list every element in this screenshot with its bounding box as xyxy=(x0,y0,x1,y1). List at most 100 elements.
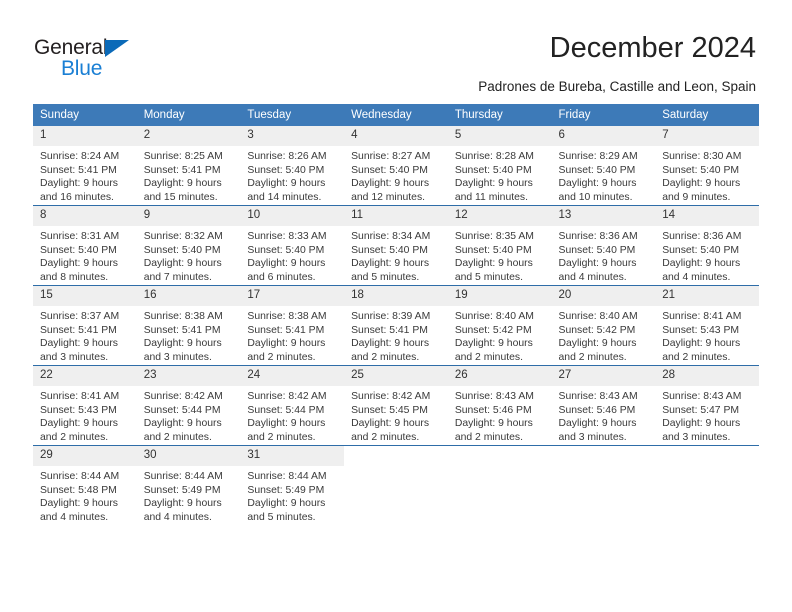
calendar-day-cell[interactable]: 6 Sunrise: 8:29 AM Sunset: 5:40 PM Daylight… xyxy=(551,126,656,206)
sunset-time: Sunset: 5:47 PM xyxy=(662,404,740,416)
calendar-day-cell[interactable]: 23 Sunrise: 8:42 AM Sunset: 5:44 PM Dayligh… xyxy=(136,365,241,446)
sunset-time: Sunset: 5:46 PM xyxy=(558,404,636,416)
day-sun-info: Sunrise: 8:40 AM Sunset: 5:42 PM Daylight:… xyxy=(448,306,552,364)
calendar-day-cell[interactable]: 4 Sunrise: 8:27 AM Sunset: 5:40 PM Daylight… xyxy=(344,126,448,206)
calendar-day-cell[interactable]: 29 Sunrise: 8:44 AM Sunset: 5:48 PM Dayligh… xyxy=(33,445,137,525)
day-sun-info: Sunrise: 8:39 AM Sunset: 5:41 PM Daylight:… xyxy=(344,306,448,364)
day-sun-info: Sunrise: 8:32 AM Sunset: 5:40 PM Daylight:… xyxy=(137,226,241,284)
calendar-day-cell[interactable]: 20 Sunrise: 8:40 AM Sunset: 5:42 PM Dayligh… xyxy=(551,285,656,366)
daylight-duration-line1: Daylight: 9 hours xyxy=(558,258,637,270)
calendar-day-cell[interactable]: 9 Sunrise: 8:32 AM Sunset: 5:40 PM Daylight… xyxy=(136,205,241,286)
day-sun-info: Sunrise: 8:44 AM Sunset: 5:49 PM Daylight:… xyxy=(240,466,344,524)
day-sun-info: Sunrise: 8:33 AM Sunset: 5:40 PM Daylight:… xyxy=(240,226,344,284)
calendar-day-cell[interactable]: 31 Sunrise: 8:44 AM Sunset: 5:49 PM Dayligh… xyxy=(240,445,345,525)
sunrise-time: Sunrise: 8:25 AM xyxy=(143,151,223,162)
calendar-day-cell[interactable]: 21 Sunrise: 8:41 AM Sunset: 5:43 PM Dayligh… xyxy=(655,285,759,366)
calendar-day-cell[interactable]: 11 Sunrise: 8:34 AM Sunset: 5:40 PM Dayligh… xyxy=(344,205,448,286)
day-sun-info: Sunrise: 8:41 AM Sunset: 5:43 PM Daylight:… xyxy=(655,306,759,364)
sunset-time: Sunset: 5:42 PM xyxy=(454,324,532,336)
sunset-time: Sunset: 5:40 PM xyxy=(662,164,740,176)
day-number: 19 xyxy=(447,286,552,306)
calendar-day-cell[interactable]: 25 Sunrise: 8:42 AM Sunset: 5:45 PM Dayligh… xyxy=(344,365,448,446)
calendar-day-cell[interactable]: 17 Sunrise: 8:38 AM Sunset: 5:41 PM Dayligh… xyxy=(240,285,345,366)
calendar-day-cell[interactable]: 12 Sunrise: 8:35 AM Sunset: 5:40 PM Dayligh… xyxy=(447,205,552,286)
day-sun-info: Sunrise: 8:42 AM Sunset: 5:45 PM Daylight:… xyxy=(344,386,448,444)
daylight-duration-line2: and 3 minutes. xyxy=(40,351,109,363)
calendar-day-cell xyxy=(447,445,552,525)
daylight-duration-line2: and 16 minutes. xyxy=(40,191,114,203)
page-subtitle-location: Padrones de Bureba, Castille and Leon, S… xyxy=(478,79,756,94)
calendar-day-cell[interactable]: 7 Sunrise: 8:30 AM Sunset: 5:40 PM Daylight… xyxy=(655,126,759,206)
sunrise-time: Sunrise: 8:38 AM xyxy=(247,311,327,322)
daylight-duration-line1: Daylight: 9 hours xyxy=(351,338,430,350)
daylight-duration-line1: Daylight: 9 hours xyxy=(454,338,533,350)
calendar-day-cell[interactable]: 30 Sunrise: 8:44 AM Sunset: 5:49 PM Dayligh… xyxy=(136,445,241,525)
day-sun-info: Sunrise: 8:34 AM Sunset: 5:40 PM Daylight:… xyxy=(344,226,448,284)
calendar-day-cell[interactable]: 14 Sunrise: 8:36 AM Sunset: 5:40 PM Dayligh… xyxy=(655,205,759,286)
calendar-page: General Blue December 2024 Padrones de B… xyxy=(0,0,792,612)
calendar-day-cell[interactable]: 15 Sunrise: 8:37 AM Sunset: 5:41 PM Dayligh… xyxy=(33,285,137,366)
sunset-time: Sunset: 5:40 PM xyxy=(662,244,740,256)
daylight-duration-line2: and 5 minutes. xyxy=(454,271,523,283)
day-cell-content: 22 Sunrise: 8:41 AM Sunset: 5:43 PM Dayligh… xyxy=(33,366,137,445)
day-sun-info: Sunrise: 8:40 AM Sunset: 5:42 PM Daylight:… xyxy=(552,306,656,364)
day-number: 24 xyxy=(240,366,345,386)
day-cell-content xyxy=(655,446,759,525)
day-number: 15 xyxy=(33,286,137,306)
sunrise-time: Sunrise: 8:30 AM xyxy=(662,151,742,162)
calendar-day-cell[interactable]: 10 Sunrise: 8:33 AM Sunset: 5:40 PM Dayligh… xyxy=(240,205,345,286)
sunrise-time: Sunrise: 8:28 AM xyxy=(454,151,534,162)
sunrise-time: Sunrise: 8:38 AM xyxy=(143,311,223,322)
daylight-duration-line1: Daylight: 9 hours xyxy=(40,178,118,190)
day-number: 4 xyxy=(344,126,448,146)
daylight-duration-line1: Daylight: 9 hours xyxy=(247,338,326,350)
daylight-duration-line1: Daylight: 9 hours xyxy=(143,498,222,510)
daylight-duration-line2: and 2 minutes. xyxy=(454,351,523,363)
sunrise-time: Sunrise: 8:29 AM xyxy=(558,151,638,162)
calendar-day-cell[interactable]: 24 Sunrise: 8:42 AM Sunset: 5:44 PM Dayligh… xyxy=(240,365,345,446)
calendar-week-row: 15 Sunrise: 8:37 AM Sunset: 5:41 PM Dayligh… xyxy=(33,285,759,366)
sunrise-time: Sunrise: 8:44 AM xyxy=(247,471,327,482)
calendar-day-cell[interactable]: 18 Sunrise: 8:39 AM Sunset: 5:41 PM Dayligh… xyxy=(344,285,448,366)
daylight-duration-line2: and 7 minutes. xyxy=(143,271,212,283)
calendar-day-cell[interactable]: 28 Sunrise: 8:43 AM Sunset: 5:47 PM Dayligh… xyxy=(655,365,759,446)
sunset-time: Sunset: 5:41 PM xyxy=(40,164,117,176)
generalblue-logo[interactable]: General Blue xyxy=(34,36,214,82)
sunrise-time: Sunrise: 8:41 AM xyxy=(40,391,120,402)
calendar-day-cell[interactable]: 22 Sunrise: 8:41 AM Sunset: 5:43 PM Dayligh… xyxy=(33,365,137,446)
logo-triangle-icon xyxy=(105,40,129,57)
day-sun-info: Sunrise: 8:29 AM Sunset: 5:40 PM Daylight:… xyxy=(552,146,656,204)
daylight-duration-line2: and 4 minutes. xyxy=(558,271,627,283)
calendar-day-cell[interactable]: 1 Sunrise: 8:24 AM Sunset: 5:41 PM Daylight… xyxy=(33,126,137,206)
calendar-body: 1 Sunrise: 8:24 AM Sunset: 5:41 PM Daylight… xyxy=(33,126,759,525)
day-sun-info: Sunrise: 8:35 AM Sunset: 5:40 PM Daylight:… xyxy=(448,226,552,284)
day-cell-content: 1 Sunrise: 8:24 AM Sunset: 5:41 PM Daylight… xyxy=(33,126,137,205)
calendar-day-cell[interactable]: 16 Sunrise: 8:38 AM Sunset: 5:41 PM Dayligh… xyxy=(136,285,241,366)
calendar-day-cell[interactable]: 3 Sunrise: 8:26 AM Sunset: 5:40 PM Daylight… xyxy=(240,126,345,206)
daylight-duration-line1: Daylight: 9 hours xyxy=(351,178,430,190)
calendar-week-row: 22 Sunrise: 8:41 AM Sunset: 5:43 PM Dayligh… xyxy=(33,365,759,446)
weekday-header-sunday: Sunday xyxy=(33,104,137,126)
sunset-time: Sunset: 5:44 PM xyxy=(143,404,221,416)
day-sun-info: Sunrise: 8:42 AM Sunset: 5:44 PM Daylight:… xyxy=(240,386,344,444)
sunset-time: Sunset: 5:40 PM xyxy=(454,244,532,256)
day-sun-info: Sunrise: 8:44 AM Sunset: 5:49 PM Daylight:… xyxy=(137,466,241,524)
sunset-time: Sunset: 5:40 PM xyxy=(247,244,325,256)
day-sun-info: Sunrise: 8:36 AM Sunset: 5:40 PM Daylight:… xyxy=(655,226,759,284)
daylight-duration-line2: and 4 minutes. xyxy=(662,271,731,283)
daylight-duration-line2: and 11 minutes. xyxy=(454,191,528,203)
calendar-day-cell[interactable]: 27 Sunrise: 8:43 AM Sunset: 5:46 PM Dayligh… xyxy=(551,365,656,446)
daylight-duration-line2: and 2 minutes. xyxy=(143,431,212,443)
calendar-day-cell[interactable]: 13 Sunrise: 8:36 AM Sunset: 5:40 PM Dayligh… xyxy=(551,205,656,286)
calendar-day-cell[interactable]: 26 Sunrise: 8:43 AM Sunset: 5:46 PM Dayligh… xyxy=(447,365,552,446)
calendar-day-cell[interactable]: 5 Sunrise: 8:28 AM Sunset: 5:40 PM Daylight… xyxy=(447,126,552,206)
calendar-day-cell[interactable]: 2 Sunrise: 8:25 AM Sunset: 5:41 PM Daylight… xyxy=(136,126,241,206)
calendar-day-cell[interactable]: 8 Sunrise: 8:31 AM Sunset: 5:40 PM Daylight… xyxy=(33,205,137,286)
sunset-time: Sunset: 5:40 PM xyxy=(558,164,636,176)
daylight-duration-line1: Daylight: 9 hours xyxy=(143,258,222,270)
day-number: 13 xyxy=(551,206,656,226)
calendar-day-cell[interactable]: 19 Sunrise: 8:40 AM Sunset: 5:42 PM Dayligh… xyxy=(447,285,552,366)
daylight-duration-line1: Daylight: 9 hours xyxy=(662,338,741,350)
sunrise-time: Sunrise: 8:36 AM xyxy=(662,231,742,242)
day-number: 9 xyxy=(136,206,241,226)
